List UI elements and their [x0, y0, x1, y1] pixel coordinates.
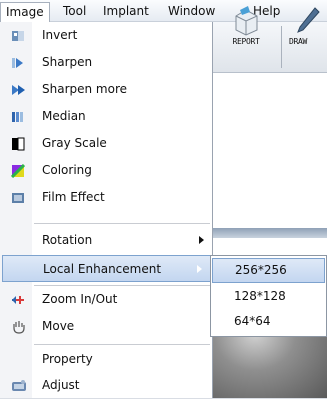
- draw-label: DRAW: [289, 37, 308, 46]
- menu-item-coloring[interactable]: Coloring: [0, 157, 212, 184]
- report-icon: [235, 6, 258, 36]
- film-effect-icon: [11, 191, 25, 205]
- submenu-item-128[interactable]: 128*128: [212, 284, 325, 309]
- menu-item-sharpen[interactable]: Sharpen: [0, 49, 212, 76]
- draw-button[interactable]: DRAW: [285, 4, 327, 48]
- menu-tool[interactable]: Tool: [58, 2, 91, 20]
- menu-item-label: Zoom In/Out: [42, 292, 118, 306]
- menu-separator: [34, 344, 210, 345]
- submenu-item-256[interactable]: 256*256: [212, 258, 325, 283]
- submenu-arrow-icon: [199, 236, 204, 244]
- menu-item-label: Local Enhancement: [43, 262, 162, 276]
- zoom-icon: [11, 293, 25, 307]
- menu-item-local-enhancement[interactable]: Local Enhancement: [2, 255, 211, 282]
- sharpen-more-icon: [11, 83, 25, 97]
- menu-item-label: Sharpen more: [42, 82, 128, 96]
- menu-item-invert[interactable]: Invert: [0, 22, 212, 49]
- image-menu-dropdown: Invert Sharpen Sharpen more Median Gray …: [0, 22, 213, 398]
- menu-image[interactable]: Image: [0, 2, 50, 22]
- toolbar-divider: [281, 26, 282, 68]
- menu-item-label: Median: [42, 109, 86, 123]
- menu-item-label: Sharpen: [42, 55, 93, 69]
- menu-window[interactable]: Window: [163, 2, 220, 20]
- menu-item-rotation[interactable]: Rotation: [0, 227, 212, 254]
- menu-item-property[interactable]: Property: [0, 346, 212, 373]
- submenu-arrow-icon: [197, 265, 202, 273]
- menu-item-label: Film Effect: [42, 190, 105, 204]
- menu-item-move[interactable]: Move: [0, 313, 212, 340]
- report-label: REPORT: [232, 37, 260, 46]
- local-enhancement-submenu: 256*256 128*128 64*64: [210, 255, 327, 337]
- sharpen-icon: [11, 56, 25, 70]
- menu-item-label: Coloring: [42, 163, 92, 177]
- gray-scale-icon: [11, 137, 25, 151]
- adjust-icon: [11, 379, 26, 393]
- menu-item-sharpen-more[interactable]: Sharpen more: [0, 76, 212, 103]
- median-icon: [11, 110, 25, 124]
- menu-separator: [34, 223, 210, 224]
- menu-item-film-effect[interactable]: Film Effect: [0, 184, 212, 211]
- hand-icon: [11, 320, 25, 334]
- menu-item-label: Gray Scale: [42, 136, 107, 150]
- pen-icon: [297, 7, 320, 33]
- menu-item-zoom[interactable]: Zoom In/Out: [0, 286, 212, 313]
- submenu-item-64[interactable]: 64*64: [212, 309, 325, 334]
- menu-item-label: Rotation: [42, 233, 93, 247]
- report-button[interactable]: REPORT: [219, 4, 273, 48]
- menu-item-gray-scale[interactable]: Gray Scale: [0, 130, 212, 157]
- menu-implant[interactable]: Implant: [98, 2, 154, 20]
- menu-item-label: Adjust: [42, 378, 80, 392]
- menu-item-median[interactable]: Median: [0, 103, 212, 130]
- viewer-titlebar: [207, 228, 327, 238]
- menu-item-label: Invert: [42, 28, 78, 42]
- menu-item-adjust[interactable]: Adjust: [0, 372, 212, 399]
- menu-item-label: Move: [42, 319, 75, 333]
- coloring-icon: [10, 163, 26, 179]
- menu-bar: Image Tool Implant Window Help: [0, 0, 327, 22]
- menu-item-label: Property: [42, 352, 93, 366]
- invert-icon: [11, 29, 25, 43]
